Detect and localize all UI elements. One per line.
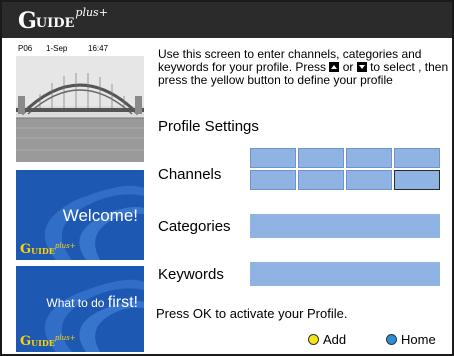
profile-settings-heading: Profile Settings <box>158 118 259 135</box>
header-bar: G UIDE plus+ <box>2 2 452 38</box>
preview-channel: P06 <box>18 44 33 53</box>
yellow-button-icon <box>308 334 319 345</box>
welcome-promo[interactable]: Welcome! G UIDE plus+ <box>16 170 144 260</box>
preview-time: 16:47 <box>88 44 109 53</box>
guideplus-small-logo: G UIDE plus+ <box>20 242 76 257</box>
up-arrow-key-icon <box>329 62 340 72</box>
down-arrow-key-icon <box>356 62 367 72</box>
keywords-field[interactable] <box>250 262 440 286</box>
lock-icon <box>120 45 127 66</box>
channels-grid <box>250 148 440 190</box>
home-legend[interactable]: Home <box>386 332 436 347</box>
preview-info-bar: P06 1-Sep 16:47 <box>16 42 144 66</box>
guideplus-logo: G UIDE plus+ <box>18 6 108 34</box>
channels-label: Channels <box>158 166 222 183</box>
channel-slot-selected[interactable] <box>394 170 440 190</box>
keywords-label: Keywords <box>158 266 224 283</box>
channel-slot[interactable] <box>346 148 392 168</box>
tv-preview: P06 1-Sep 16:47 <box>16 42 144 162</box>
add-legend[interactable]: Add <box>308 332 346 347</box>
blue-button-icon <box>386 334 397 345</box>
instructions-text: Use this screen to enter channels, categ… <box>158 47 449 87</box>
channel-slot[interactable] <box>346 170 392 190</box>
harbour-bridge-image <box>16 56 144 162</box>
profile-panel: Use this screen to enter channels, categ… <box>152 38 452 354</box>
welcome-text: Welcome! <box>62 206 138 225</box>
channel-slot[interactable] <box>394 148 440 168</box>
what-to-do-first-text: What to do first! <box>46 294 138 311</box>
categories-label: Categories <box>158 218 231 235</box>
preview-date: 1-Sep <box>46 44 68 53</box>
left-column: P06 1-Sep 16:47 Welcome! G UIDE plus+ Wh… <box>2 38 152 354</box>
activate-profile-hint: Press OK to activate your Profile. <box>156 306 348 321</box>
channel-slot[interactable] <box>250 148 296 168</box>
channel-slot[interactable] <box>298 170 344 190</box>
guideplus-small-logo: G UIDE plus+ <box>20 334 76 349</box>
channel-slot[interactable] <box>298 148 344 168</box>
categories-field[interactable] <box>250 214 440 238</box>
channel-slot[interactable] <box>250 170 296 190</box>
guideplus-screen: G UIDE plus+ P06 1-Sep 16:47 Welcome! G … <box>0 0 454 356</box>
what-to-do-first-promo[interactable]: What to do first! G UIDE plus+ <box>16 266 144 352</box>
